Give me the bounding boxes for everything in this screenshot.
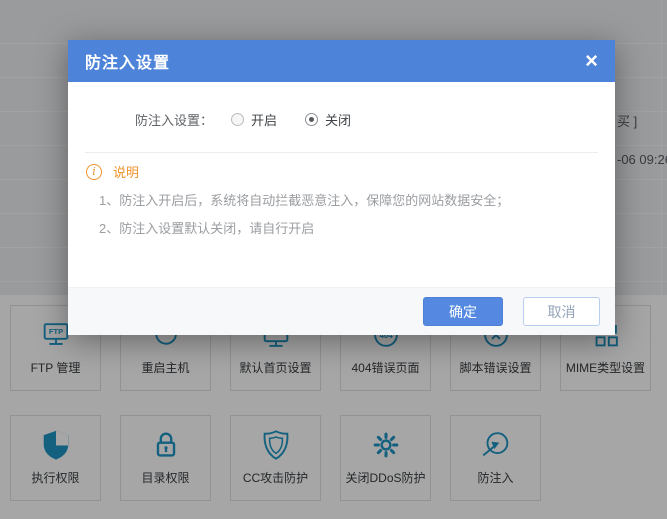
dialog-header: 防注入设置 × [68, 40, 615, 82]
radio-option-off[interactable]: 关闭 [305, 110, 351, 129]
radio-circle-icon[interactable] [231, 113, 244, 126]
radio-label: 开启 [251, 110, 277, 129]
radio-circle-selected-icon[interactable] [305, 113, 318, 126]
radio-option-on[interactable]: 开启 [231, 110, 277, 129]
field-label: 防注入设置： [135, 110, 213, 129]
anti-injection-setting-field: 防注入设置： 开启 关闭 [135, 110, 379, 129]
info-icon: i [86, 164, 102, 180]
anti-injection-settings-dialog: 防注入设置 × 防注入设置： 开启 关闭 i 说明 1、防注入开启后，系统将自动… [68, 40, 615, 335]
dialog-footer: 确定 取消 [68, 287, 615, 335]
radio-label: 关闭 [325, 110, 351, 129]
divider [85, 152, 598, 153]
dialog-title: 防注入设置 [85, 49, 583, 73]
confirm-button[interactable]: 确定 [423, 297, 503, 326]
note-item-2: 2、防注入设置默认关闭，请自行开启 [99, 218, 314, 237]
note-title: 说明 [113, 162, 139, 181]
note-item-1: 1、防注入开启后，系统将自动拦截恶意注入，保障您的网站数据安全； [99, 190, 509, 209]
note-header: i 说明 [86, 162, 139, 181]
close-icon[interactable]: × [583, 50, 600, 72]
cancel-button[interactable]: 取消 [523, 297, 600, 326]
